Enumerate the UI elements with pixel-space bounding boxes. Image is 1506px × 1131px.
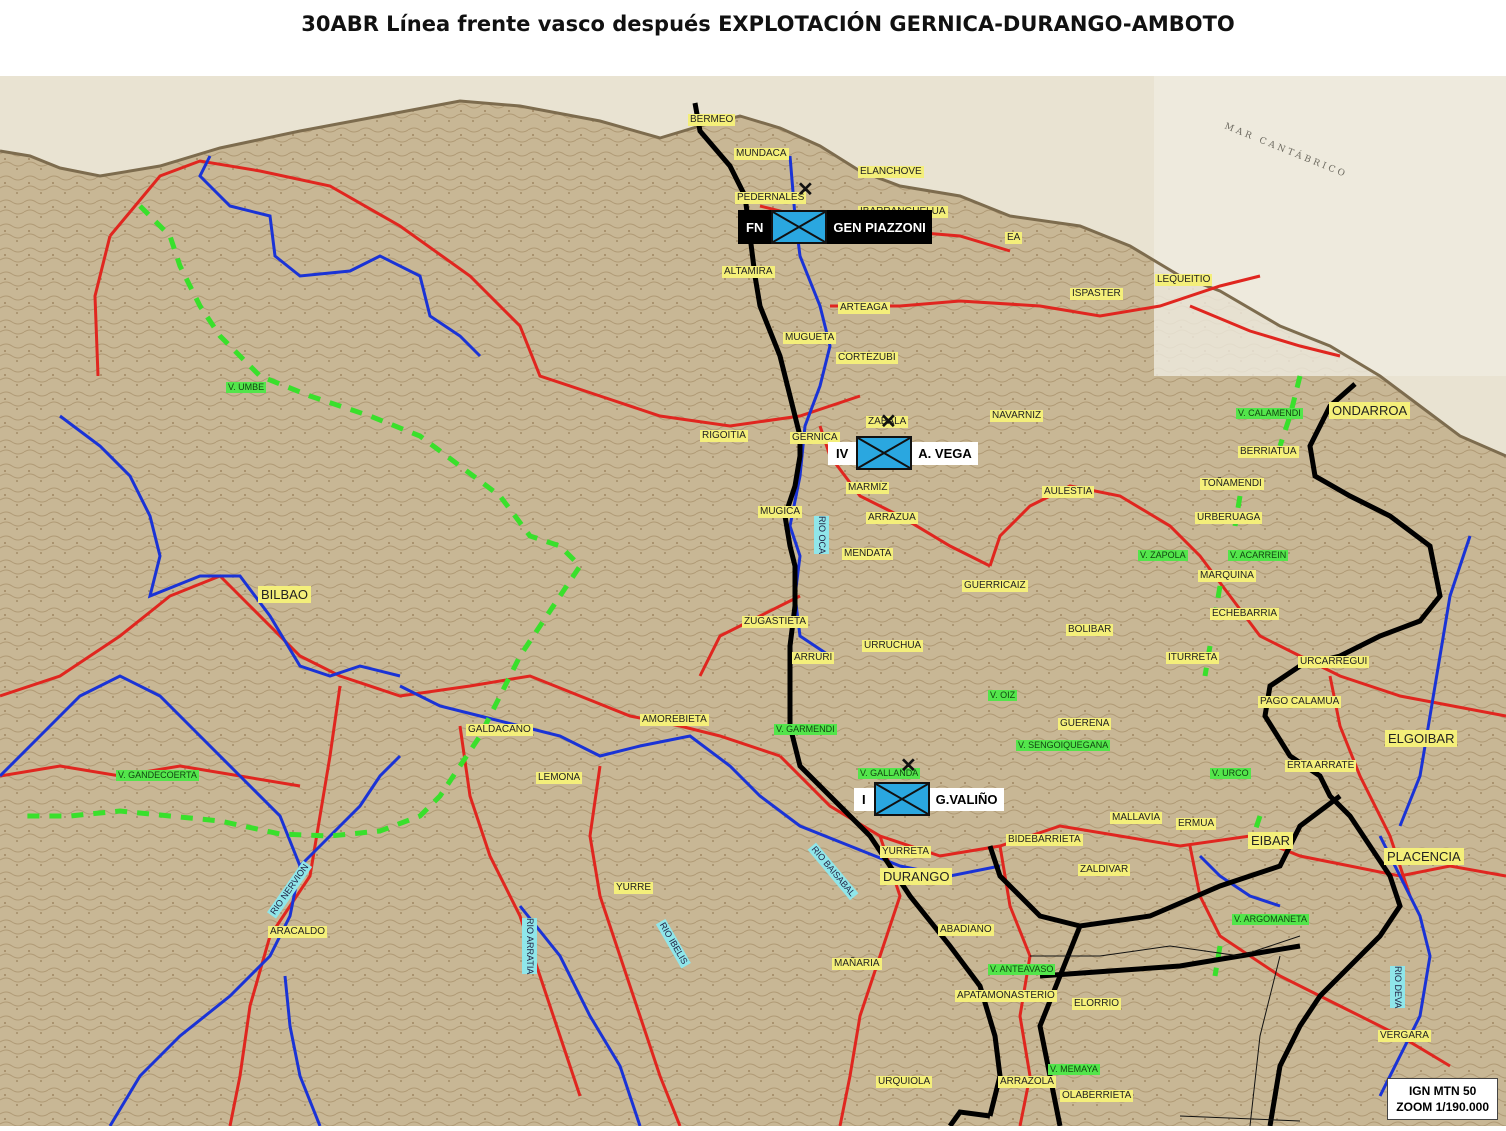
place-mugueta: MUGUETA	[783, 332, 837, 344]
page-title: 30ABR Línea frente vasco después EXPLOTA…	[301, 12, 1235, 36]
height-v-calamendi: V. CALAMENDI	[1236, 408, 1303, 419]
place-amorebieta: AMOREBIETA	[640, 714, 709, 726]
place-ermua: ERMUA	[1176, 818, 1217, 830]
unit-i[interactable]: I G.VALIÑO	[854, 782, 1004, 816]
cross-marker-icon: ✕	[900, 755, 917, 777]
place-pago-calamua: PAGO CALAMUA	[1258, 696, 1342, 708]
unit-fn-commander: GEN PIAZZONI	[833, 219, 926, 235]
place-guerricaiz: GUERRICAIZ	[962, 580, 1028, 592]
height-v-anteavaso: V. ANTEAVASO	[988, 964, 1056, 975]
place-zaldivar: ZALDIVAR	[1078, 864, 1131, 876]
unit-fn[interactable]: FN GEN PIAZZONI	[738, 210, 932, 244]
place-arrazola: ARRAZOLA	[998, 1076, 1056, 1088]
place-durango: DURANGO	[880, 868, 953, 885]
place-echebarria: ECHEBARRIA	[1210, 608, 1280, 620]
place-abadiano: ABADIANO	[938, 924, 994, 936]
place-mundaca: MUNDACA	[734, 148, 789, 160]
place-marquina: MARQUINA	[1198, 570, 1256, 582]
place-manaria: MAÑARIA	[832, 958, 882, 970]
place-mugica: MUGICA	[758, 506, 802, 518]
place-zugastieta: ZUGASTIETA	[742, 616, 809, 628]
height-v-gandecoerta: V. GANDECOERTA	[116, 770, 199, 781]
unit-iv-commander: A. VEGA	[912, 441, 978, 465]
height-v-argomaneta: V. ARGOMANETA	[1232, 914, 1310, 925]
place-pedernales: PEDERNALES	[735, 192, 807, 204]
unit-fn-number: FN	[746, 219, 764, 235]
place-olaberrieta: OLABERRIETA	[1060, 1090, 1134, 1102]
place-aulestia: AULESTIA	[1042, 486, 1095, 498]
height-v-umbe: V. UMBE	[226, 382, 267, 393]
place-lemona: LEMONA	[536, 772, 583, 784]
place-rigoitia: RIGOITIA	[700, 430, 748, 442]
map-canvas[interactable]: MAR CANTÁBRICO BERMEO MUNDACA PEDERNALES…	[0, 76, 1506, 1128]
place-ispaster: ISPASTER	[1070, 288, 1123, 300]
scale-zoom: ZOOM 1/190.000	[1396, 1100, 1489, 1114]
place-aracaldo: ARACALDO	[268, 926, 328, 938]
place-lequeitio: LEQUEITIO	[1155, 274, 1213, 286]
unit-iv[interactable]: IV A. VEGA	[828, 436, 978, 470]
river-oca: RIO OCA	[814, 516, 829, 555]
place-urcarregui: URCARREGUI	[1298, 656, 1370, 668]
place-urberuaga: URBERUAGA	[1195, 512, 1263, 524]
place-arrazua: ARRAZUA	[866, 512, 918, 524]
unit-i-number: I	[854, 787, 874, 811]
place-bidebarrieta: BIDEBARRIETA	[1006, 834, 1083, 846]
place-apatamonasterio: APATAMONASTERIO	[955, 990, 1057, 1002]
place-elanchove: ELANCHOVE	[858, 166, 924, 178]
place-ondarroa: ONDARROA	[1329, 402, 1411, 419]
place-eibar: EIBAR	[1248, 832, 1294, 849]
place-yurreta: YURRETA	[880, 846, 932, 858]
infantry-symbol-icon	[873, 782, 930, 816]
place-altamira: ALTAMIRA	[722, 266, 775, 278]
height-v-oiz: V. OIZ	[988, 690, 1018, 701]
scale-box: IGN MTN 50 ZOOM 1/190.000	[1387, 1078, 1498, 1120]
place-elgoibar: ELGOIBAR	[1385, 730, 1458, 747]
place-mendata: MENDATA	[842, 548, 894, 560]
height-v-garmendi: V. GARMENDI	[774, 724, 837, 735]
place-guerena: GUERENA	[1058, 718, 1112, 730]
place-cortezubi: CORTEZUBI	[836, 352, 898, 364]
place-arruri: ARRURI	[792, 652, 835, 664]
place-arteaga: ARTEAGA	[838, 302, 890, 314]
place-erta-arrate: ERTA ARRATE	[1285, 760, 1357, 772]
scale-source: IGN MTN 50	[1408, 1084, 1477, 1098]
place-mallavia: MALLAVIA	[1110, 812, 1163, 824]
place-urquiola: URQUIOLA	[876, 1076, 933, 1088]
unit-i-commander: G.VALIÑO	[929, 787, 1004, 811]
place-placencia: PLACENCIA	[1384, 848, 1464, 865]
height-v-sengoiquegana: V. SENGOIQUEGANA	[1016, 740, 1111, 751]
cross-marker-icon: ✕	[797, 179, 814, 201]
cross-marker-icon: ✕	[880, 411, 897, 433]
place-tonamendi: TOÑAMENDI	[1200, 478, 1264, 490]
place-elorrio: ELORRIO	[1072, 998, 1122, 1010]
height-v-urco: V. URCO	[1210, 768, 1251, 779]
infantry-symbol-icon	[856, 436, 913, 470]
place-bermeo: BERMEO	[688, 114, 736, 126]
place-vergara: VERGARA	[1378, 1030, 1431, 1042]
river-deva: RIO DEVA	[1390, 966, 1405, 1009]
place-bilbao: BILBAO	[258, 586, 311, 603]
place-urruchua: URRUCHUA	[862, 640, 924, 652]
place-berriatua: BERRIATUA	[1238, 446, 1299, 458]
height-v-acarrein: V. ACARREIN	[1228, 550, 1289, 561]
place-iturreta: ITURRETA	[1166, 652, 1220, 664]
river-arratia: RIO ARRATIA	[522, 918, 537, 975]
place-galdacano: GALDACANO	[466, 724, 533, 736]
infantry-symbol-icon	[771, 210, 828, 244]
height-v-zapola: V. ZAPOLA	[1138, 550, 1188, 561]
place-marmiz: MARMIZ	[846, 482, 890, 494]
place-navarniz: NAVARNIZ	[990, 410, 1044, 422]
height-v-memaya: V. MEMAYA	[1048, 1064, 1100, 1075]
place-bolibar: BOLIBAR	[1066, 624, 1114, 636]
unit-iv-number: IV	[828, 441, 857, 465]
place-ea: EA	[1005, 232, 1023, 244]
place-yurre: YURRE	[614, 882, 654, 894]
